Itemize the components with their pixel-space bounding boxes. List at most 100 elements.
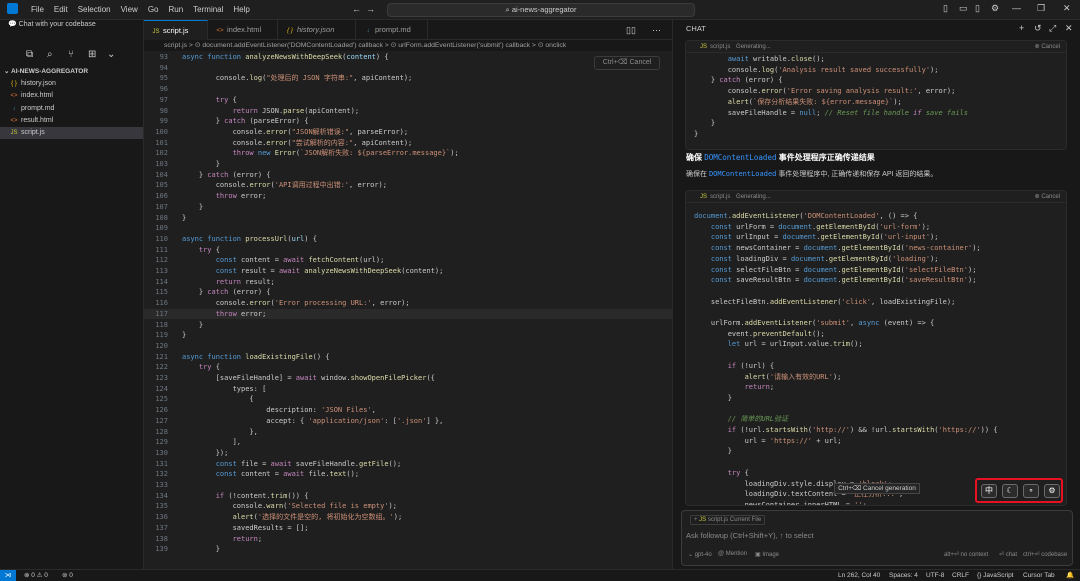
code-line[interactable]: 104 } catch (error) { — [144, 170, 672, 181]
chat-submit-hint[interactable]: ⏎ chat — [999, 551, 1017, 558]
code-line[interactable]: 116 console.error('Error processing URL:… — [144, 298, 672, 309]
tab-prompt-md[interactable]: ↓ prompt.md — [356, 20, 428, 40]
code-line[interactable]: 120 — [144, 341, 672, 352]
model-selector[interactable]: ⌄ gpt-4o — [688, 551, 712, 558]
code-line[interactable]: 127 accept: { 'application/json': ['.jso… — [144, 416, 672, 427]
forward-arrow-icon[interactable]: → — [366, 4, 375, 14]
code-line[interactable]: 130 }); — [144, 448, 672, 459]
code-line[interactable]: 107 } — [144, 202, 672, 213]
menu-help[interactable]: Help — [228, 4, 254, 16]
encoding[interactable]: UTF-8 — [926, 570, 944, 581]
context-chip[interactable]: + JS script.js Current File — [690, 515, 766, 525]
code-line[interactable]: 93 async function analyzeNewsWithDeepSeek… — [144, 52, 672, 63]
code-line[interactable]: 129 ], — [144, 437, 672, 448]
extensions-icon[interactable]: ⊞ — [88, 49, 96, 60]
code-line[interactable]: 105 console.error('API调用过程中出错:', error); — [144, 180, 672, 191]
cancel-hint-button[interactable]: Ctrl+⌫ Cancel — [594, 56, 660, 70]
menu-file[interactable]: File — [26, 4, 49, 16]
code-line[interactable]: 132 const content = await file.text(); — [144, 469, 672, 480]
toggle-sidebar-icon[interactable]: ▯ — [943, 3, 948, 14]
code-line[interactable]: 99 } catch (parseError) { — [144, 116, 672, 127]
toggle-secondary-sidebar-icon[interactable]: ▯ — [975, 3, 980, 14]
history-icon[interactable]: ↺ — [1034, 23, 1042, 34]
no-context-hint[interactable]: alt+⏎ no context — [944, 551, 988, 558]
problems-indicator[interactable]: ⊗ 0 ⚠ 0 — [24, 570, 48, 581]
code-line[interactable]: 94 — [144, 63, 672, 74]
file-item-script-js[interactable]: JS script.js — [0, 127, 143, 140]
code-line[interactable]: 124 types: [ — [144, 384, 672, 395]
tab-history-json[interactable]: { } history.json — [278, 20, 356, 40]
split-editor-icon[interactable]: ▯▯ — [626, 25, 636, 36]
language-toggle-button[interactable]: 中 — [981, 484, 997, 498]
code-line[interactable]: 108} — [144, 213, 672, 224]
menu-go[interactable]: Go — [143, 4, 164, 16]
code-line[interactable]: 123 [saveFileHandle] = await window.show… — [144, 373, 672, 384]
tab-script-js[interactable]: JS script.js — [144, 20, 208, 40]
menu-edit[interactable]: Edit — [49, 4, 73, 16]
more-actions-icon[interactable]: ⋯ — [652, 25, 661, 36]
new-chat-icon[interactable]: + — [1019, 23, 1024, 33]
end-of-line[interactable]: CRLF — [952, 570, 969, 581]
remote-icon[interactable]: ⋊ — [0, 570, 16, 581]
indentation[interactable]: Spaces: 4 — [889, 570, 918, 581]
code-line[interactable]: 111 try { — [144, 245, 672, 256]
cursor-position[interactable]: Ln 262, Col 40 — [838, 570, 880, 581]
code-line[interactable]: 114 return result; — [144, 277, 672, 288]
code-line[interactable]: 125 { — [144, 394, 672, 405]
explorer-files-icon[interactable]: ⧉ — [26, 49, 33, 60]
language-mode[interactable]: {} JavaScript — [977, 570, 1014, 581]
code-line[interactable]: 133 — [144, 480, 672, 491]
mention-button[interactable]: @ Mention — [718, 551, 747, 557]
settings-gear-icon[interactable]: ⚙ — [991, 3, 999, 14]
menu-run[interactable]: Run — [163, 4, 188, 16]
chat-input-box[interactable]: + JS script.js Current File Ask followup… — [681, 510, 1073, 566]
ports-indicator[interactable]: ⊚ 0 — [62, 570, 73, 581]
code-line[interactable]: 117 throw error; — [144, 308, 672, 320]
code-line[interactable]: 102 throw new Error(`JSON解析失败: ${parseEr… — [144, 148, 672, 159]
file-item-result-html[interactable]: <> result.html — [0, 115, 143, 127]
code-line[interactable]: 113 const result = await analyzeNewsWith… — [144, 266, 672, 277]
code-line[interactable]: 106 throw error; — [144, 191, 672, 202]
code-line[interactable]: 136 alert('选择的文件是空的, 将初始化为空数组。'); — [144, 512, 672, 523]
settings-gear-icon[interactable]: ⚙ — [1044, 484, 1060, 498]
file-item-prompt-md[interactable]: ↓ prompt.md — [0, 103, 143, 115]
source-control-icon[interactable]: ⑂ — [68, 49, 74, 60]
toggle-panel-icon[interactable]: ▭ — [959, 3, 968, 14]
tab-index-html[interactable]: <> index.html — [208, 20, 278, 40]
code-line[interactable]: 97 try { — [144, 95, 672, 106]
code-line[interactable]: 126 description: 'JSON Files', — [144, 405, 672, 416]
code-line[interactable]: 122 try { — [144, 362, 672, 373]
chevron-down-icon[interactable]: ⌄ — [107, 49, 115, 60]
code-line[interactable]: 115 } catch (error) { — [144, 287, 672, 298]
restore-icon[interactable]: ❐ — [1037, 3, 1045, 14]
code-line[interactable]: 137 savedResults = []; — [144, 523, 672, 534]
code-line[interactable]: 121 async function loadExistingFile() { — [144, 352, 672, 363]
chat-with-codebase[interactable]: 💬 Chat with your codebase — [8, 20, 96, 28]
close-icon[interactable]: ✕ — [1063, 3, 1071, 14]
code-line[interactable]: 101 console.error("尝试解析的内容:", apiContent… — [144, 138, 672, 149]
code-line[interactable]: 109 — [144, 223, 672, 234]
image-button[interactable]: ▣ Image — [755, 551, 779, 558]
menu-selection[interactable]: Selection — [73, 4, 116, 16]
code-line[interactable]: 98 return JSON.parse(apiContent); — [144, 106, 672, 117]
menu-view[interactable]: View — [116, 4, 143, 16]
code-line[interactable]: 103 } — [144, 159, 672, 170]
code-line[interactable]: 135 console.warn('Selected file is empty… — [144, 501, 672, 512]
code-line[interactable]: 100 console.error("JSON解析错误:", parseErro… — [144, 127, 672, 138]
code-line[interactable]: 119} — [144, 330, 672, 341]
back-arrow-icon[interactable]: ← — [352, 4, 361, 14]
code-line[interactable]: 95 console.log("处理后的 JSON 字符串:", apiCont… — [144, 73, 672, 84]
notifications-bell-icon[interactable]: 🔔 — [1066, 570, 1074, 581]
code-line[interactable]: 138 return; — [144, 534, 672, 545]
code-line[interactable]: 118 } — [144, 320, 672, 331]
expand-icon[interactable]: ⤢ — [1049, 23, 1056, 34]
dots-icon[interactable]: ∘ — [1023, 484, 1039, 498]
command-center-search[interactable]: ⌕ ai-news-aggregator — [387, 3, 695, 17]
theme-moon-icon[interactable]: ☾ — [1002, 484, 1018, 498]
code-line[interactable]: 134 if (!content.trim()) { — [144, 491, 672, 502]
menu-terminal[interactable]: Terminal — [188, 4, 228, 16]
code-line[interactable]: 112 const content = await fetchContent(u… — [144, 255, 672, 266]
codebase-hint[interactable]: ctrl+⏎ codebase — [1023, 551, 1067, 558]
code-line[interactable]: 128 }, — [144, 427, 672, 438]
search-icon[interactable]: ⌕ — [47, 49, 53, 60]
